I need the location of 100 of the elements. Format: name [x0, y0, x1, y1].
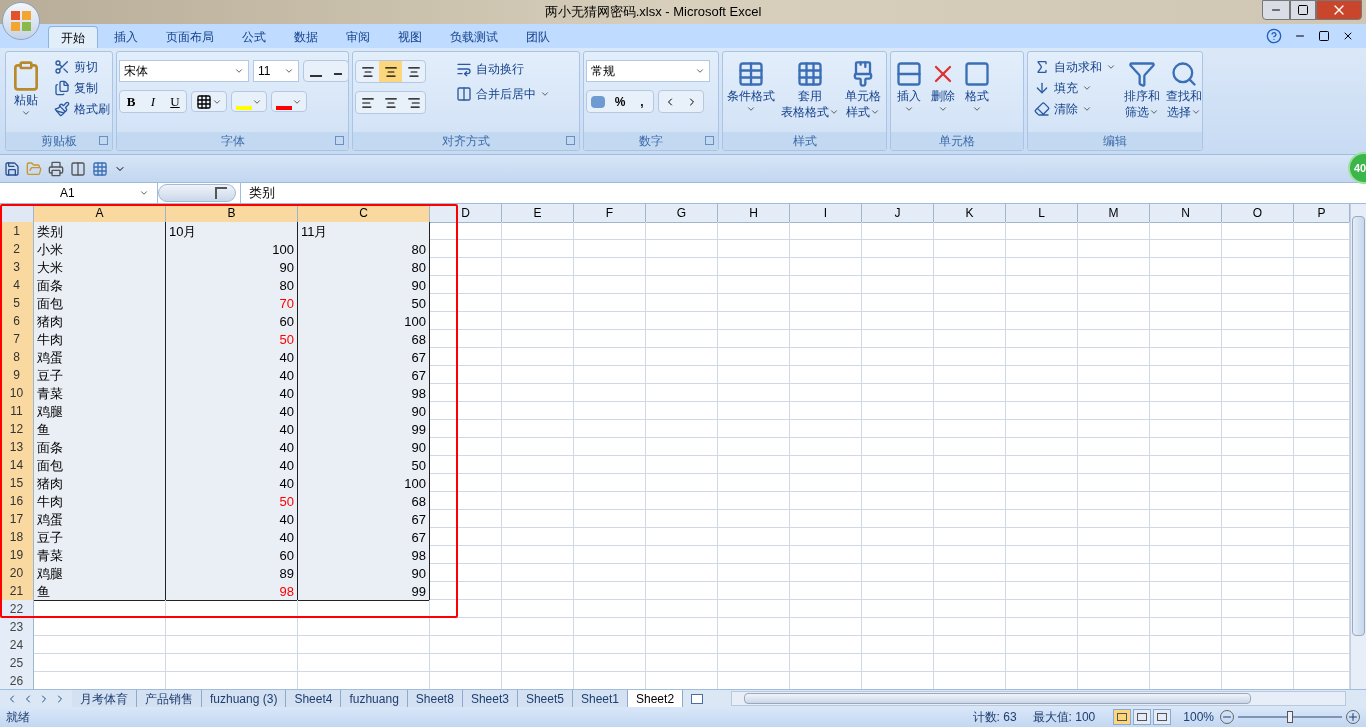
- column-header[interactable]: M: [1078, 204, 1150, 223]
- column-header[interactable]: O: [1222, 204, 1294, 223]
- sheet-tab[interactable]: Sheet2: [628, 690, 684, 707]
- ribbon-button[interactable]: 单元格 样式: [843, 56, 883, 120]
- sheet-tab[interactable]: Sheet3: [462, 690, 518, 707]
- ribbon-tab[interactable]: 数据: [282, 26, 330, 48]
- name-box[interactable]: A1: [0, 183, 158, 203]
- dialog-launcher-icon[interactable]: [705, 136, 714, 145]
- slider-thumb[interactable]: [1287, 711, 1293, 723]
- fill-color-button[interactable]: [231, 91, 267, 112]
- printer-icon[interactable]: [48, 160, 64, 177]
- dialog-launcher-icon[interactable]: [335, 136, 344, 145]
- horizontal-scrollbar[interactable]: [731, 691, 1346, 706]
- sheet-tab[interactable]: 月考体育: [72, 690, 137, 707]
- number-style-button[interactable]: ,: [631, 91, 653, 112]
- dialog-launcher-icon[interactable]: [566, 136, 575, 145]
- zoom-in-icon[interactable]: [1346, 710, 1360, 724]
- save-icon[interactable]: [4, 160, 20, 177]
- sheet-tab[interactable]: 产品销售: [137, 690, 202, 707]
- ribbon-button[interactable]: 删除: [927, 56, 959, 114]
- ribbon-tab[interactable]: 视图: [386, 26, 434, 48]
- ribbon-tab[interactable]: 开始: [48, 26, 98, 48]
- ribbon-tab[interactable]: 公式: [230, 26, 278, 48]
- ribbon-button[interactable]: 套用 表格格式: [779, 56, 841, 120]
- merge-icon: [456, 85, 472, 102]
- caret-icon: [1191, 107, 1201, 117]
- ribbon-button[interactable]: 自动求和: [1030, 56, 1120, 77]
- sheet-tab[interactable]: fuzhuang: [341, 690, 408, 707]
- grid-icon[interactable]: [92, 160, 108, 177]
- ribbon-tab[interactable]: 审阅: [334, 26, 382, 48]
- view-button[interactable]: [1113, 709, 1132, 725]
- ribbon-button[interactable]: 插入: [893, 56, 925, 114]
- group-label: 样式: [792, 133, 817, 150]
- sigma-icon: [1034, 58, 1050, 75]
- zoom-level[interactable]: 100%: [1183, 708, 1214, 726]
- ribbon-button[interactable]: 排序和 筛选: [1122, 56, 1162, 120]
- ribbon-button[interactable]: 剪切: [50, 56, 114, 77]
- minimize-button[interactable]: [1262, 0, 1290, 20]
- column-header[interactable]: D: [430, 204, 502, 223]
- column-header[interactable]: K: [934, 204, 1006, 223]
- caret-icon: [870, 107, 880, 117]
- column-header[interactable]: N: [1150, 204, 1222, 223]
- ribbon-tab[interactable]: 负载测试: [438, 26, 510, 48]
- column-header[interactable]: G: [646, 204, 718, 223]
- paste-button[interactable]: 粘贴: [8, 56, 44, 118]
- style-button[interactable]: I: [142, 91, 164, 112]
- ribbon-button[interactable]: 填充: [1030, 77, 1120, 98]
- font-name-dropdown[interactable]: 宋体: [119, 60, 249, 82]
- ribbon-button[interactable]: 条件格式: [725, 56, 777, 114]
- column-header[interactable]: H: [718, 204, 790, 223]
- columns-icon[interactable]: [70, 160, 86, 177]
- view-button[interactable]: [1153, 709, 1172, 725]
- office-button[interactable]: [2, 2, 40, 40]
- square-icon: [963, 60, 991, 88]
- ribbon-button[interactable]: 合并后居中: [452, 83, 554, 104]
- style-button[interactable]: B: [120, 91, 142, 112]
- ribbon-tab[interactable]: 插入: [102, 26, 150, 48]
- sheet-tab[interactable]: fuzhuang (3): [202, 690, 287, 707]
- ribbon-button[interactable]: 格式刷: [50, 98, 114, 119]
- sheet-tab[interactable]: Sheet1: [572, 690, 628, 707]
- caret-icon: [139, 188, 149, 198]
- ribbon-button[interactable]: 自动换行: [452, 58, 554, 79]
- font-size-dropdown[interactable]: 11: [253, 60, 299, 82]
- dialog-launcher-icon[interactable]: [99, 136, 108, 145]
- column-header[interactable]: J: [862, 204, 934, 223]
- max-text: 最大值: 100: [1032, 709, 1096, 726]
- caret-icon: [746, 104, 756, 114]
- close-icon[interactable]: [1342, 30, 1354, 42]
- column-header[interactable]: I: [790, 204, 862, 223]
- help-icon[interactable]: [1266, 28, 1282, 44]
- formula-buttons[interactable]: [158, 184, 236, 202]
- align-button[interactable]: [379, 61, 402, 82]
- column-header[interactable]: F: [574, 204, 646, 223]
- ribbon-button[interactable]: 查找和 选择: [1164, 56, 1204, 120]
- ribbon-tab[interactable]: 页面布局: [154, 26, 226, 48]
- folder-icon[interactable]: [26, 160, 42, 177]
- sheet-tab[interactable]: Sheet4: [286, 690, 342, 707]
- style-button[interactable]: U: [164, 91, 186, 112]
- maximize-button[interactable]: [1290, 0, 1316, 20]
- view-button[interactable]: [1133, 709, 1152, 725]
- ribbon-button[interactable]: 清除: [1030, 98, 1120, 119]
- caret-icon: [938, 104, 948, 114]
- font-color-button[interactable]: [271, 91, 307, 112]
- ribbon-tab[interactable]: 团队: [514, 26, 562, 48]
- ribbon-button[interactable]: 复制: [50, 77, 114, 98]
- font-size-buttons[interactable]: [303, 60, 349, 82]
- column-header[interactable]: P: [1294, 204, 1350, 223]
- sheet-tab[interactable]: Sheet8: [407, 690, 463, 707]
- number-style-button[interactable]: %: [609, 91, 631, 112]
- ribbon-button[interactable]: 格式: [961, 56, 993, 114]
- column-header[interactable]: E: [502, 204, 574, 223]
- row-header[interactable]: 26: [0, 672, 34, 689]
- align-icon: [406, 95, 421, 110]
- restore-icon[interactable]: [1318, 30, 1330, 42]
- number-format-dropdown[interactable]: 常规: [586, 60, 710, 82]
- column-header[interactable]: L: [1006, 204, 1078, 223]
- borders-button[interactable]: [191, 91, 227, 112]
- sheet-tab[interactable]: Sheet5: [517, 690, 573, 707]
- scissors-icon: [54, 58, 70, 75]
- vertical-scrollbar[interactable]: [1350, 204, 1366, 689]
